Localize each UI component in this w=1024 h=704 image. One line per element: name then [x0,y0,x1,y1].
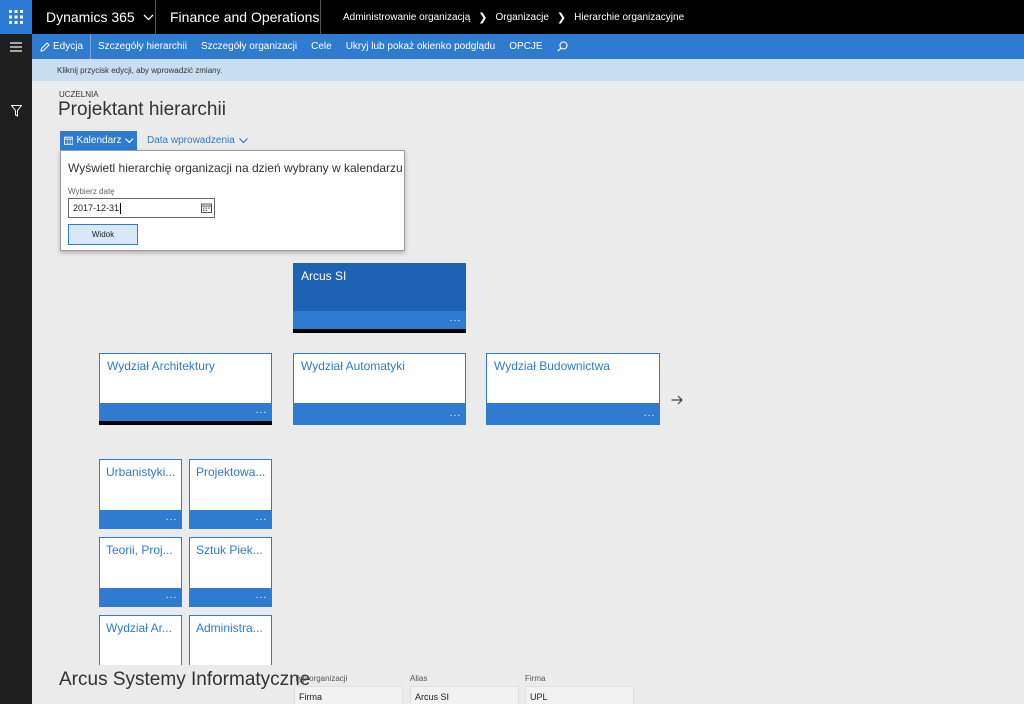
more-options-icon[interactable]: ··· [166,591,178,605]
top-navigation-bar: Dynamics 365 Finance and Operations Admi… [0,0,1024,34]
node-name: Wydział Automatyki [301,359,405,373]
date-input[interactable]: 2017-12-31 [68,198,215,218]
chevron-right-icon: ❯ [478,11,488,24]
tab-calendar[interactable]: Kalendarz [60,131,137,150]
more-options-icon[interactable]: ··· [450,314,462,328]
node-footer [293,311,466,329]
org-details-button[interactable]: Szczegóły organizacji [194,34,304,59]
chevron-down-icon [125,137,134,143]
hierarchy-details-button[interactable]: Szczegóły hierarchii [91,34,194,59]
more-options-icon[interactable]: ··· [644,409,656,423]
view-button[interactable]: Widok [68,224,138,245]
chevron-right-icon: ❯ [556,11,567,24]
hamburger-menu-icon[interactable] [0,35,32,59]
arrow-right-icon[interactable] [668,391,686,409]
tab-entry-date-label: Data wprowadzenia [147,135,235,146]
org-type-field: Typ organizacji Firma [294,674,403,704]
search-icon[interactable] [550,34,578,59]
tab-calendar-label: Kalendarz [76,135,122,146]
date-input-value: 2017-12-31 [73,203,120,213]
field-label: Firma [525,674,546,683]
node-name: Wydział Architektury [107,359,215,373]
hierarchy-node-level2[interactable]: Wydział Ar... [99,615,182,665]
hierarchy-node-level1[interactable]: Wydział Automatyki ··· [293,353,466,425]
page-title: Projektant hierarchii [58,99,226,120]
expanded-indicator [293,329,466,333]
alias-field: Alias Arcus SI [410,674,519,704]
field-label: Alias [410,674,428,683]
options-button[interactable]: OPCJE [502,34,549,59]
message-bar: Kliknij przycisk edycji, aby wprowadzić … [32,59,1024,81]
org-type-value[interactable]: Firma [294,686,403,704]
left-navigation-rail [0,34,32,704]
date-field-label: Wybierz datę [68,187,115,196]
hierarchy-node-level2[interactable]: Administra... [189,615,272,665]
hierarchy-node-level2[interactable]: Teorii, Proj... ··· [99,537,182,607]
node-name: Projektowa... [196,465,266,479]
flyout-description: Wyświetl hierarchię organizacji na dzień… [68,161,403,175]
alias-value[interactable]: Arcus SI [410,686,519,704]
hierarchy-node-level2[interactable]: Projektowa... ··· [189,459,272,529]
node-name: Wydział Budownictwa [494,359,610,373]
product-name: Dynamics 365 [46,9,135,25]
app-name: Finance and Operations [156,0,321,34]
chevron-down-icon [143,14,154,20]
entity-label: UCZELNIA [59,90,99,99]
breadcrumb-item-org-admin[interactable]: Administrowanie organizacją [343,12,470,23]
goals-button[interactable]: Cele [304,34,339,59]
chevron-down-icon [238,137,248,143]
node-footer [99,403,272,421]
filter-icon[interactable] [0,99,32,123]
pencil-icon [40,41,50,52]
hierarchy-node-level2[interactable]: Urbanistyki... ··· [99,459,182,529]
toggle-preview-button[interactable]: Ukryj lub pokaż okienko podglądu [339,34,503,59]
product-switcher[interactable]: Dynamics 365 [32,0,156,34]
node-name: Urbanistyki... [106,465,176,479]
tab-entry-date[interactable]: Data wprowadzenia [147,131,248,150]
company-field: Firma UPL [525,674,634,704]
more-options-icon[interactable]: ··· [166,513,178,527]
node-name: Wydział Ar... [106,621,172,635]
hierarchy-node-level2[interactable]: Sztuk Piek... ··· [189,537,272,607]
calendar-flyout: Wyświetl hierarchię organizacji na dzień… [60,150,405,251]
more-options-icon[interactable]: ··· [256,591,268,605]
hierarchy-node-root[interactable]: Arcus SI ··· [293,263,466,333]
edit-button[interactable]: Edycja [32,34,92,59]
node-name: Sztuk Piek... [196,543,263,557]
action-pane: Edycja Szczegóły hierarchii Szczegóły or… [32,34,1024,59]
field-label: Typ organizacji [294,674,348,683]
hierarchy-node-level1[interactable]: Wydział Budownictwa ··· [486,353,660,425]
node-name: Administra... [196,621,263,635]
details-title: Arcus Systemy Informatyczne [59,669,311,690]
expanded-indicator [99,421,272,425]
node-name: Teorii, Proj... [106,543,173,557]
breadcrumb-item-organizations[interactable]: Organizacje [496,12,549,23]
edit-button-label: Edycja [53,41,84,52]
node-name: Arcus SI [301,269,347,283]
breadcrumb-item-org-hierarchies[interactable]: Hierarchie organizacyjne [574,12,684,23]
node-footer [486,403,660,424]
more-options-icon[interactable]: ··· [450,409,462,423]
app-launcher-waffle-icon[interactable] [0,0,32,34]
calendar-picker-icon[interactable] [201,203,212,213]
company-value[interactable]: UPL [525,686,634,704]
more-options-icon[interactable]: ··· [256,406,268,420]
breadcrumb: Administrowanie organizacją ❯ Organizacj… [343,0,684,34]
calendar-icon [64,136,74,145]
text-cursor [120,202,122,214]
more-options-icon[interactable]: ··· [256,513,268,527]
node-footer [293,403,466,424]
hierarchy-node-level1[interactable]: Wydział Architektury ··· [99,353,272,425]
